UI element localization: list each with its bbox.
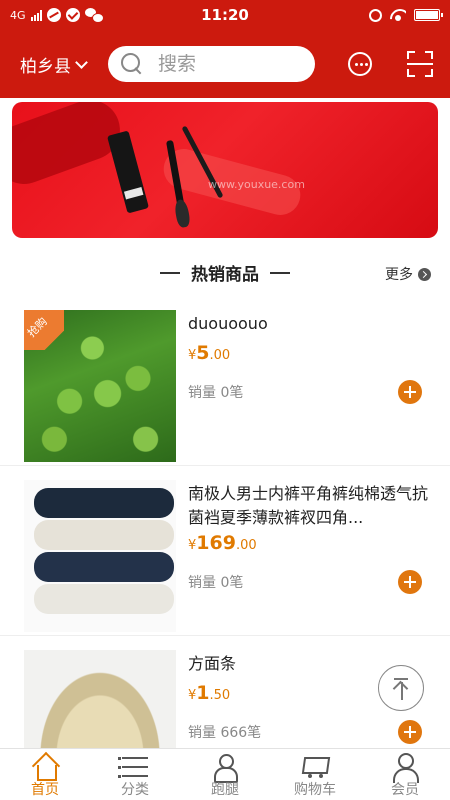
product-item[interactable]: 抢购 duouoouo ¥5.00 销量 0笔 [0,298,450,466]
cosmetic-tube-image [107,130,149,214]
tab-label: 购物车 [294,782,336,798]
product-price: ¥169.00 [188,532,257,554]
status-bar: 4G 11:20 [0,0,450,30]
product-name[interactable]: 南极人男士内裤平角裤纯棉透气抗菌裆夏季薄款裤衩四角... [188,482,428,530]
main-content[interactable]: www.youxue.com 热销商品 更多 抢购 duouoouo ¥5.00… [0,98,450,748]
message-icon[interactable] [348,52,372,76]
bottom-tab-bar: 首页 分类 跑腿 购物车 会员 [0,748,450,800]
clock: 11:20 [201,6,249,24]
chevron-down-icon [75,55,88,69]
product-sales: 销量 0笔 [188,385,244,401]
app-header: 柏乡县 [0,30,450,98]
banner-watermark: www.youxue.com [208,178,305,191]
home-icon [30,753,60,781]
status-right [280,8,443,22]
search-input[interactable] [158,46,308,82]
hot-products-header: 热销商品 更多 [0,260,450,286]
app-notification-icon [46,8,61,22]
flash-sale-tag: 抢购 [24,310,64,350]
tab-label: 跑腿 [211,782,239,798]
product-image[interactable] [24,480,176,632]
add-to-cart-button[interactable] [398,380,422,404]
more-link[interactable]: 更多 [385,264,431,284]
more-label: 更多 [385,267,413,283]
section-title: 热销商品 [191,265,259,285]
product-image[interactable] [24,650,176,748]
courier-icon [210,753,240,783]
product-name[interactable]: duouoouo [188,312,428,336]
check-notification-icon [65,8,80,22]
cart-icon [300,753,330,781]
tab-label: 分类 [121,782,149,798]
product-item[interactable]: 南极人男士内裤平角裤纯棉透气抗菌裆夏季薄款裤衩四角... ¥169.00 销量 … [0,468,450,636]
title-dash [270,272,290,274]
product-sales: 销量 0笔 [188,575,244,591]
product-image[interactable]: 抢购 [24,310,176,462]
tab-label: 会员 [391,782,419,798]
user-icon [390,753,420,783]
search-icon [121,53,141,73]
wifi-icon [390,9,406,21]
tab-member[interactable]: 会员 [360,749,450,800]
chevron-right-icon [418,267,431,281]
tab-cart[interactable]: 购物车 [270,749,360,800]
network-type: 4G [10,8,26,22]
product-sales: 销量 666笔 [188,725,262,741]
scan-icon[interactable] [407,51,433,77]
back-to-top-button[interactable] [378,665,424,711]
tab-home[interactable]: 首页 [0,749,90,800]
status-left: 4G [10,8,170,23]
battery-icon [414,9,443,21]
tab-errand[interactable]: 跑腿 [180,749,270,800]
add-to-cart-button[interactable] [398,570,422,594]
product-price: ¥1.50 [188,682,231,704]
tab-category[interactable]: 分类 [90,749,180,800]
search-bar[interactable] [108,46,315,82]
alarm-icon [369,8,382,22]
tab-label: 首页 [31,782,59,798]
signal-icon [30,9,42,21]
location-label: 柏乡县 [20,57,71,77]
product-price: ¥5.00 [188,342,231,364]
list-icon [118,753,150,781]
add-to-cart-button[interactable] [398,720,422,744]
promo-banner[interactable]: www.youxue.com [12,102,438,238]
wechat-icon [84,8,104,23]
location-selector[interactable]: 柏乡县 [20,52,88,77]
